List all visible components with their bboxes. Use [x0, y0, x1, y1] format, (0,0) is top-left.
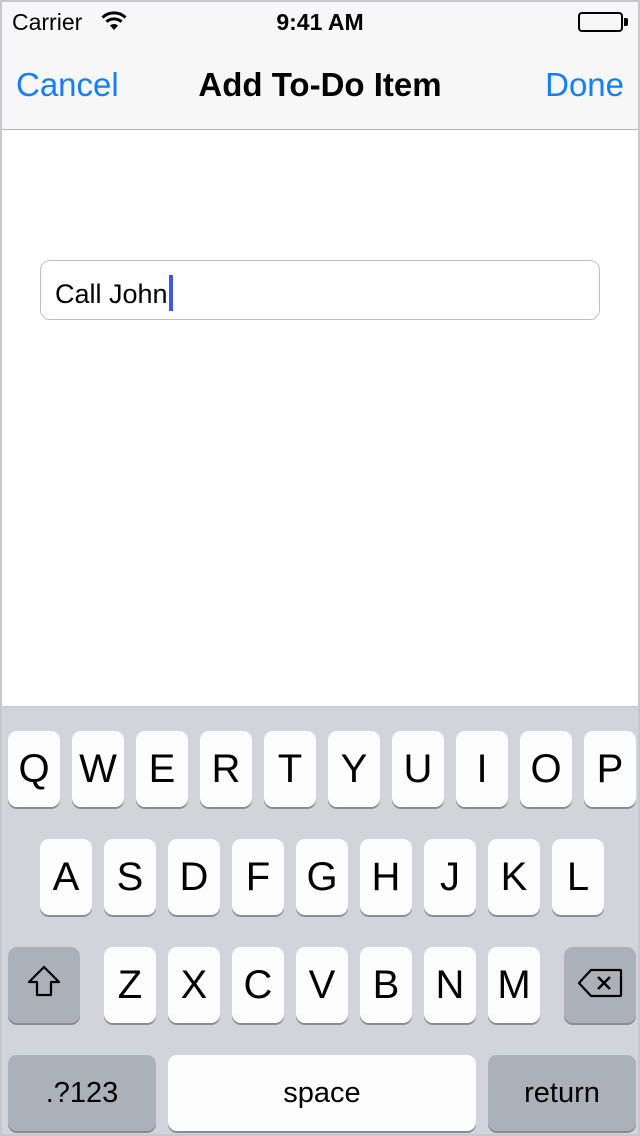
screen: Carrier 9:41 AM Cancel Add To-Do Item Do…	[0, 0, 640, 1136]
page-title: Add To-Do Item	[198, 66, 442, 103]
key-q[interactable]: Q	[8, 731, 60, 807]
key-t[interactable]: T	[264, 731, 316, 807]
status-bar: Carrier 9:41 AM	[2, 2, 638, 42]
key-m[interactable]: M	[488, 947, 540, 1023]
done-button[interactable]: Done	[545, 66, 624, 104]
key-l[interactable]: L	[552, 839, 604, 915]
key-y[interactable]: Y	[328, 731, 380, 807]
key-a[interactable]: A	[40, 839, 92, 915]
backspace-icon	[577, 963, 623, 1008]
key-e[interactable]: E	[136, 731, 188, 807]
status-time: 9:41 AM	[276, 9, 364, 35]
key-f[interactable]: F	[232, 839, 284, 915]
key-v[interactable]: V	[296, 947, 348, 1023]
key-x[interactable]: X	[168, 947, 220, 1023]
key-h[interactable]: H	[360, 839, 412, 915]
key-i[interactable]: I	[456, 731, 508, 807]
key-d[interactable]: D	[168, 839, 220, 915]
shift-arrow-icon	[26, 963, 62, 1008]
return-key[interactable]: return	[488, 1055, 636, 1131]
key-g[interactable]: G	[296, 839, 348, 915]
key-z[interactable]: Z	[104, 947, 156, 1023]
key-c[interactable]: C	[232, 947, 284, 1023]
key-s[interactable]: S	[104, 839, 156, 915]
navigation-bar: Cancel Add To-Do Item Done	[2, 42, 638, 130]
key-r[interactable]: R	[200, 731, 252, 807]
todo-text-value: Call John	[55, 279, 168, 309]
key-n[interactable]: N	[424, 947, 476, 1023]
shift-key[interactable]	[8, 947, 80, 1023]
space-key[interactable]: space	[168, 1055, 476, 1131]
key-j[interactable]: J	[424, 839, 476, 915]
delete-key[interactable]	[564, 947, 636, 1023]
todo-text-field[interactable]: Call John	[40, 260, 600, 320]
key-w[interactable]: W	[72, 731, 124, 807]
key-b[interactable]: B	[360, 947, 412, 1023]
key-p[interactable]: P	[584, 731, 636, 807]
keyboard: Q W E R T Y U I O P A S D F G H J K L Z …	[2, 706, 638, 1134]
key-o[interactable]: O	[520, 731, 572, 807]
top-bar: Carrier 9:41 AM Cancel Add To-Do Item Do…	[2, 2, 638, 130]
key-u[interactable]: U	[392, 731, 444, 807]
text-caret	[168, 275, 173, 311]
battery-icon	[578, 12, 628, 32]
numbers-key[interactable]: .?123	[8, 1055, 156, 1131]
key-k[interactable]: K	[488, 839, 540, 915]
